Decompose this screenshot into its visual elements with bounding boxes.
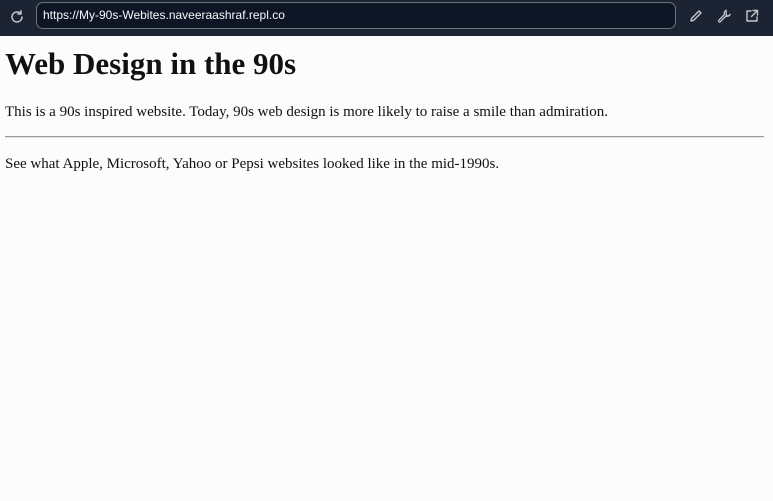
- pencil-icon: [688, 8, 704, 24]
- web-page-content: Web Design in the 90s This is a 90s insp…: [0, 36, 773, 501]
- browser-toolbar: https://My-90s-Webites.naveeraashraf.rep…: [0, 0, 773, 36]
- tools-button[interactable]: [714, 6, 734, 26]
- url-field[interactable]: https://My-90s-Webites.naveeraashraf.rep…: [36, 2, 676, 29]
- horizontal-rule: [5, 136, 764, 138]
- external-link-icon: [744, 8, 760, 24]
- open-in-new-tab-button[interactable]: [742, 6, 762, 26]
- page-title: Web Design in the 90s: [5, 46, 297, 81]
- websites-paragraph: See what Apple, Microsoft, Yahoo or Peps…: [5, 156, 500, 172]
- reload-icon: [9, 9, 25, 25]
- reload-button[interactable]: [6, 6, 28, 28]
- intro-paragraph: This is a 90s inspired website. Today, 9…: [5, 104, 609, 120]
- edit-button[interactable]: [686, 6, 706, 26]
- wrench-icon: [716, 8, 732, 24]
